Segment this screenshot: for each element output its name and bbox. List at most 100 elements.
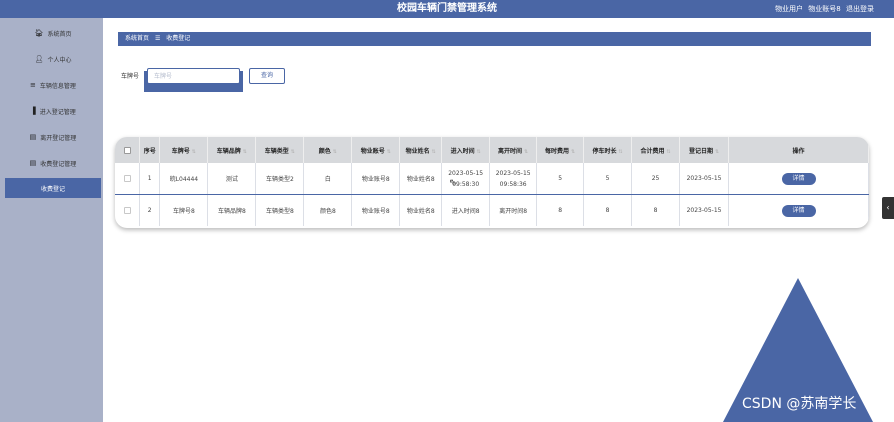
collapse-handle[interactable]: ‹ bbox=[882, 197, 894, 219]
breadcrumb-separator-icon: ☰ bbox=[154, 35, 161, 42]
cell-account: 物业账号8 bbox=[351, 194, 401, 226]
top-bar: 校园车辆门禁管理系统 物业用户 物业账号8 退出登录 bbox=[0, 0, 894, 18]
cell-index: 2 bbox=[139, 194, 161, 226]
sidebar: 🏠︎ 系统首页 👤︎ 个人中心 ≡ 车辆信息管理 ▐ 进入登记管理 ▤ 离开登记… bbox=[0, 18, 103, 422]
mouse-cursor-icon: ⇖ bbox=[449, 178, 457, 188]
cell-account: 物业账号8 bbox=[351, 163, 401, 195]
table-header-row: 序号 车牌号 ⇅ 车辆品牌 ⇅ 车辆类型 ⇅ 颜色 ⇅ 物业账号 ⇅ 物业姓名 ⇅ 进入时间… bbox=[115, 137, 869, 163]
user-area: 物业用户 物业账号8 退出登录 bbox=[772, 0, 874, 18]
header-duration[interactable]: 停车时长 ⇅ bbox=[583, 137, 633, 163]
sidebar-item-label: 收费登记 bbox=[40, 185, 65, 193]
header-name[interactable]: 物业姓名 ⇅ bbox=[399, 137, 443, 163]
cell-total: 8 bbox=[631, 194, 681, 226]
sidebar-item-label: 收费登记管理 bbox=[40, 160, 77, 168]
sort-icon: ⇅ bbox=[524, 148, 529, 155]
clipboard-icon: ▤ bbox=[29, 133, 37, 141]
cell-name: 物业姓名8 bbox=[399, 163, 443, 195]
header-actions: 操作 bbox=[728, 137, 869, 163]
sidebar-item-label: 进入登记管理 bbox=[39, 108, 76, 116]
row-checkbox-cell bbox=[115, 194, 140, 226]
sort-icon: ⇅ bbox=[431, 148, 436, 155]
sidebar-item-label: 离开登记管理 bbox=[40, 134, 77, 142]
sort-icon: ⇅ bbox=[191, 148, 196, 155]
clipboard-icon: ▤ bbox=[29, 159, 37, 167]
select-all-checkbox-cell bbox=[115, 137, 140, 163]
sort-icon: ⇅ bbox=[666, 148, 671, 155]
select-all-checkbox[interactable] bbox=[123, 146, 131, 154]
header-enter-time[interactable]: 进入时间 ⇅ bbox=[441, 137, 491, 163]
home-icon: 🏠︎ bbox=[34, 29, 44, 37]
sidebar-item-exit-registration[interactable]: ▤ 离开登记管理 bbox=[5, 127, 101, 147]
row-checkbox-cell bbox=[115, 163, 140, 195]
cell-actions: 详情 bbox=[728, 163, 869, 195]
sidebar-item-label: 个人中心 bbox=[47, 56, 72, 64]
search-input[interactable] bbox=[147, 68, 240, 84]
sidebar-item-fee-registration[interactable]: 收费登记 bbox=[5, 178, 101, 198]
sort-icon: ⇅ bbox=[332, 148, 337, 155]
row-checkbox[interactable] bbox=[123, 175, 131, 182]
sidebar-item-label: 车辆信息管理 bbox=[39, 82, 76, 90]
list-icon: ≡ bbox=[30, 81, 36, 89]
sidebar-item-label: 系统首页 bbox=[47, 30, 72, 38]
sort-icon: ⇅ bbox=[242, 148, 247, 155]
user-name: 物业账号8 bbox=[808, 5, 841, 13]
cell-type: 车辆类型2 bbox=[255, 163, 305, 195]
breadcrumb: 系统首页 ☰ 收费登记 bbox=[118, 32, 871, 46]
cell-actions: 详情 bbox=[728, 194, 869, 226]
search-button[interactable]: 查询 bbox=[249, 68, 285, 84]
sort-icon: ⇅ bbox=[386, 148, 391, 155]
watermark-text: CSDN @苏南学长 bbox=[742, 396, 857, 412]
cell-brand: 测试 bbox=[207, 163, 257, 195]
user-role: 物业用户 bbox=[775, 5, 804, 13]
search-label: 车牌号 bbox=[121, 73, 140, 80]
sidebar-item-entry-registration[interactable]: ▐ 进入登记管理 bbox=[5, 101, 101, 121]
sort-icon: ⇅ bbox=[571, 148, 576, 155]
cell-reg-date: 2023-05-15 bbox=[679, 194, 730, 226]
cell-plate: 皖L04444 bbox=[159, 163, 209, 195]
cell-duration: 5 bbox=[583, 163, 633, 195]
cell-duration: 8 bbox=[583, 194, 633, 226]
detail-button[interactable]: 详情 bbox=[781, 204, 816, 217]
cell-enter-time: 进入时间8 bbox=[441, 194, 491, 226]
header-reg-date[interactable]: 登记日期 ⇅ bbox=[679, 137, 730, 163]
header-brand[interactable]: 车辆品牌 ⇅ bbox=[207, 137, 257, 163]
table-row: 2 车牌号8 车辆品牌8 车辆类型8 颜色8 物业账号8 物业姓名8 进入时间8… bbox=[115, 194, 869, 226]
sort-icon: ⇅ bbox=[476, 148, 481, 155]
chevron-left-icon: ‹ bbox=[886, 203, 890, 212]
breadcrumb-current: 收费登记 bbox=[166, 35, 191, 42]
header-type[interactable]: 车辆类型 ⇅ bbox=[255, 137, 305, 163]
cell-index: 1 bbox=[139, 163, 161, 195]
sort-icon: ⇅ bbox=[618, 148, 623, 155]
header-plate[interactable]: 车牌号 ⇅ bbox=[159, 137, 209, 163]
person-icon: 👤︎ bbox=[34, 55, 44, 63]
cell-reg-date: 2023-05-15 bbox=[679, 163, 730, 195]
bar-chart-icon: ▐ bbox=[30, 107, 36, 115]
cell-leave-time: 2023-05-15 09:58:36 bbox=[489, 163, 538, 195]
row-checkbox[interactable] bbox=[123, 207, 131, 214]
header-account[interactable]: 物业账号 ⇅ bbox=[351, 137, 401, 163]
detail-button[interactable]: 详情 bbox=[781, 172, 816, 185]
cell-type: 车辆类型8 bbox=[255, 194, 305, 226]
sort-icon: ⇅ bbox=[290, 148, 295, 155]
header-total[interactable]: 合计费用 ⇅ bbox=[631, 137, 681, 163]
cell-color: 颜色8 bbox=[303, 194, 353, 226]
cell-hourly-fee: 8 bbox=[536, 194, 585, 226]
header-color[interactable]: 颜色 ⇅ bbox=[303, 137, 353, 163]
header-leave-time[interactable]: 离开时间 ⇅ bbox=[489, 137, 538, 163]
logout-link[interactable]: 退出登录 bbox=[846, 5, 874, 13]
header-index: 序号 bbox=[139, 137, 161, 163]
cell-color: 白 bbox=[303, 163, 353, 195]
cell-hourly-fee: 5 bbox=[536, 163, 585, 195]
sidebar-item-fee-management[interactable]: ▤ 收费登记管理 bbox=[5, 153, 101, 173]
breadcrumb-home[interactable]: 系统首页 bbox=[125, 35, 149, 42]
sidebar-item-vehicle-info[interactable]: ≡ 车辆信息管理 bbox=[5, 75, 101, 95]
cell-brand: 车辆品牌8 bbox=[207, 194, 257, 226]
data-table: 序号 车牌号 ⇅ 车辆品牌 ⇅ 车辆类型 ⇅ 颜色 ⇅ 物业账号 ⇅ 物业姓名 ⇅ 进入时间… bbox=[115, 137, 869, 226]
table-row: 1 皖L04444 测试 车辆类型2 白 物业账号8 物业姓名8 2023-05… bbox=[115, 163, 869, 195]
header-hourly-fee[interactable]: 每时费用 ⇅ bbox=[536, 137, 585, 163]
data-table-card: 序号 车牌号 ⇅ 车辆品牌 ⇅ 车辆类型 ⇅ 颜色 ⇅ 物业账号 ⇅ 物业姓名 ⇅ 进入时间… bbox=[115, 137, 869, 228]
sidebar-item-profile[interactable]: 👤︎ 个人中心 bbox=[5, 49, 101, 69]
sidebar-item-home[interactable]: 🏠︎ 系统首页 bbox=[5, 23, 101, 43]
cell-plate: 车牌号8 bbox=[159, 194, 209, 226]
sort-icon: ⇅ bbox=[714, 148, 720, 155]
